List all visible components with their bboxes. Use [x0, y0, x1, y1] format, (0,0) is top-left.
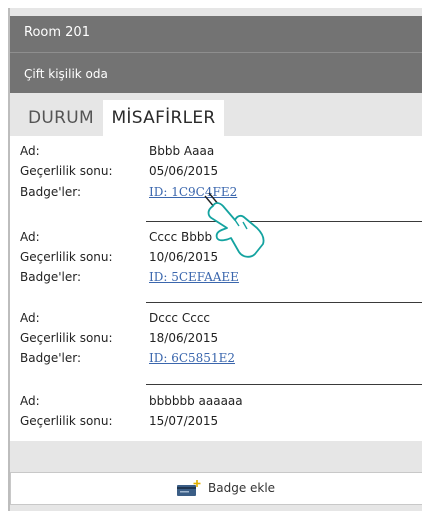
expiry-label: Geçerlilik sonu:: [20, 331, 113, 345]
card-add-icon: [176, 479, 202, 503]
guest-name: bbbbbb aaaaaa: [149, 394, 243, 408]
badge-link[interactable]: ID: 6C5851E2: [149, 351, 235, 365]
name-label: Ad:: [20, 144, 40, 158]
name-label: Ad:: [20, 394, 40, 408]
name-label: Ad:: [20, 230, 40, 244]
guest-expiry: 18/06/2015: [149, 331, 219, 345]
add-badge-button[interactable]: Badge ekle: [10, 472, 422, 505]
badges-label: Badge'ler:: [20, 270, 81, 284]
expiry-label: Geçerlilik sonu:: [20, 414, 113, 428]
badge-link[interactable]: ID: 5CEFAAEE: [149, 270, 239, 284]
guest-expiry: 05/06/2015: [149, 164, 219, 178]
entry-separator: [146, 221, 422, 222]
tab-bar: DURUM MİSAFİRLER: [10, 100, 422, 136]
room-title: Room 201: [10, 16, 422, 52]
tap-hand-icon: [204, 192, 265, 258]
add-badge-label: Badge ekle: [208, 481, 276, 495]
tab-durum[interactable]: DURUM: [20, 100, 102, 136]
guest-expiry: 15/07/2015: [149, 414, 219, 428]
entry-separator: [146, 384, 422, 385]
room-type: Çift kişilik oda: [10, 53, 422, 93]
expiry-label: Geçerlilik sonu:: [20, 164, 113, 178]
guest-name: Dccc Cccc: [149, 311, 211, 325]
tab-misafirler[interactable]: MİSAFİRLER: [103, 100, 224, 136]
entry-separator: [146, 302, 422, 303]
name-label: Ad:: [20, 311, 40, 325]
guest-name: Bbbb Aaaa: [149, 144, 215, 158]
badges-label: Badge'ler:: [20, 351, 81, 365]
badges-label: Badge'ler:: [20, 185, 81, 199]
guest-list: Ad: Bbbb Aaaa Geçerlilik sonu: 05/06/201…: [10, 136, 422, 441]
expiry-label: Geçerlilik sonu:: [20, 250, 113, 264]
